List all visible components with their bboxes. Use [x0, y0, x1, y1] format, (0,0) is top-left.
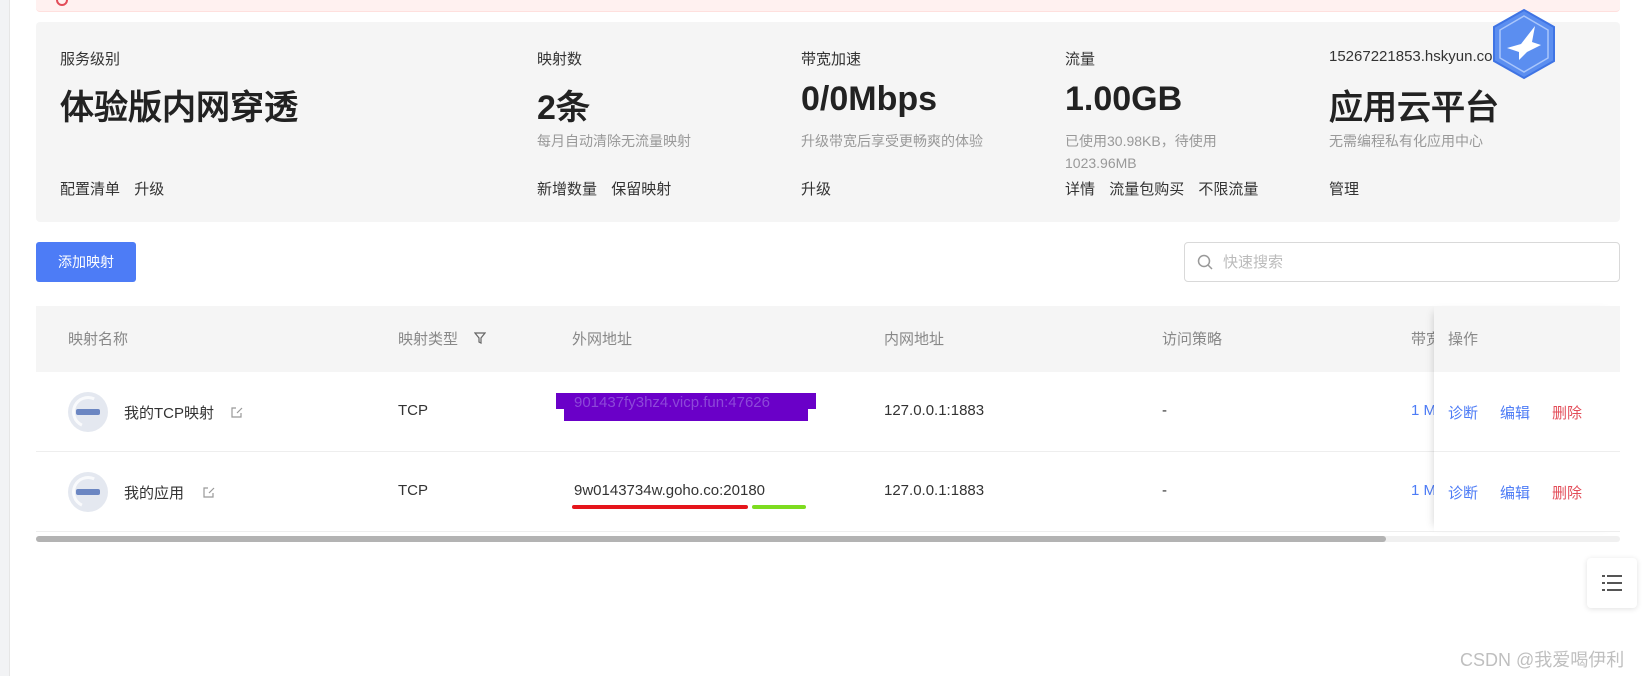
mapping-type: TCP [398, 482, 428, 499]
list-icon [1602, 575, 1622, 591]
unlimited-traffic-link[interactable]: 不限流量 [1198, 181, 1258, 198]
stat-label: 映射数 [537, 51, 583, 68]
col-ops: 操作 [1448, 331, 1479, 348]
search-icon [1197, 254, 1213, 270]
table-row: 我的TCP映射 TCP 901437fy3hz4.vicp.fun:47626 … [36, 372, 1620, 452]
stat-actions: 详情 流量包购买 不限流量 [1065, 178, 1268, 199]
upgrade-link[interactable]: 升级 [134, 181, 164, 198]
red-underline-mark [572, 505, 748, 509]
ops-header: 操作 [1434, 306, 1620, 372]
edit-name-icon[interactable] [202, 485, 216, 499]
stat-value: 1.00GB [1065, 80, 1183, 118]
stat-actions: 配置清单 升级 [60, 178, 174, 199]
stat-label: 15267221853.hskyun.com [1329, 48, 1505, 65]
stat-label: 带宽加速 [801, 51, 862, 68]
edit-button[interactable]: 编辑 [1500, 402, 1530, 423]
stat-subtext: 升级带宽后享受更畅爽的体验 [801, 133, 983, 149]
traffic-package-link[interactable]: 流量包购买 [1109, 181, 1184, 198]
stats-panel: 服务级别 体验版内网穿透 配置清单 升级 映射数 2条 每月自动清除无流量映射 … [36, 22, 1620, 222]
filter-icon[interactable] [474, 332, 486, 344]
green-underline-mark [752, 505, 806, 509]
stat-subtext: 每月自动清除无流量映射 [537, 133, 691, 149]
stat-label: 流量 [1065, 51, 1096, 68]
horizontal-scrollbar[interactable] [36, 536, 1620, 542]
delete-button[interactable]: 删除 [1552, 402, 1582, 423]
ops-row: 诊断 编辑 删除 [1434, 452, 1620, 532]
add-mapping-button[interactable]: 添加映射 [36, 242, 136, 282]
external-address[interactable]: 9w0143734w.goho.co:20180 [574, 482, 765, 499]
mapping-type: TCP [398, 402, 428, 419]
stat-actions: 升级 [801, 178, 841, 199]
retain-mapping-link[interactable]: 保留映射 [611, 181, 671, 198]
bandwidth-value[interactable]: 1 M [1411, 402, 1436, 419]
col-policy: 访问策略 [1162, 331, 1223, 348]
stat-value: 0/0Mbps [801, 80, 938, 118]
cloud-bird-logo [1493, 8, 1555, 80]
mapping-avatar [67, 471, 109, 513]
edit-name-icon[interactable] [230, 405, 244, 419]
operations-column: 操作 诊断 编辑 删除 诊断 编辑 删除 [1434, 306, 1620, 532]
stat-label: 服务级别 [60, 51, 121, 68]
warning-icon [56, 0, 68, 6]
watermark: CSDN @我爱喝伊利 [1460, 650, 1625, 670]
stat-subtext: 无需编程私有化应用中心 [1329, 133, 1483, 149]
diagnose-button[interactable]: 诊断 [1448, 402, 1478, 423]
stat-actions: 管理 [1329, 178, 1369, 199]
alert-bar [36, 0, 1620, 12]
external-address: 901437fy3hz4.vicp.fun:47626 [574, 394, 770, 411]
internal-address: 127.0.0.1:1883 [884, 402, 985, 419]
col-type: 映射类型 [398, 331, 459, 348]
stat-actions: 新增数量 保留映射 [537, 178, 681, 199]
mapping-avatar [67, 391, 109, 433]
upgrade-bandwidth-link[interactable]: 升级 [801, 181, 831, 198]
stat-value: 体验版内网穿透 [60, 89, 298, 127]
stat-value: 2条 [537, 89, 590, 127]
mapping-table: 映射名称 映射类型 外网地址 内网地址 访问策略 带宽 我的TCP映射 TCP … [36, 306, 1620, 542]
table-row: 我的应用 TCP 9w0143734w.goho.co:20180 127.0.… [36, 452, 1620, 532]
access-policy: - [1162, 482, 1167, 499]
traffic-detail-link[interactable]: 详情 [1065, 181, 1095, 198]
stat-value: 应用云平台 [1329, 89, 1499, 127]
diagnose-button[interactable]: 诊断 [1448, 482, 1478, 503]
ops-row: 诊断 编辑 删除 [1434, 372, 1620, 452]
search-box [1184, 242, 1620, 282]
list-menu-button[interactable] [1587, 558, 1637, 608]
redacted-external-address: 901437fy3hz4.vicp.fun:47626 [556, 393, 816, 427]
config-list-link[interactable]: 配置清单 [60, 181, 120, 198]
edit-button[interactable]: 编辑 [1500, 482, 1530, 503]
manage-link[interactable]: 管理 [1329, 181, 1359, 198]
table-header: 映射名称 映射类型 外网地址 内网地址 访问策略 带宽 [36, 306, 1620, 372]
col-name: 映射名称 [68, 331, 129, 348]
add-quantity-link[interactable]: 新增数量 [537, 181, 597, 198]
delete-button[interactable]: 删除 [1552, 482, 1582, 503]
search-input[interactable] [1223, 243, 1603, 281]
stat-subtext: 已使用30.98KB，待使用1023.96MB [1065, 133, 1217, 171]
col-internal: 内网地址 [884, 331, 945, 348]
col-external: 外网地址 [572, 331, 633, 348]
scrollbar-thumb[interactable] [36, 536, 1386, 542]
left-sidebar-edge [0, 0, 10, 676]
mapping-name: 我的TCP映射 [124, 405, 215, 422]
bandwidth-value[interactable]: 1 M [1411, 482, 1436, 499]
mapping-name: 我的应用 [124, 485, 185, 502]
internal-address: 127.0.0.1:1883 [884, 482, 985, 499]
access-policy: - [1162, 402, 1167, 419]
